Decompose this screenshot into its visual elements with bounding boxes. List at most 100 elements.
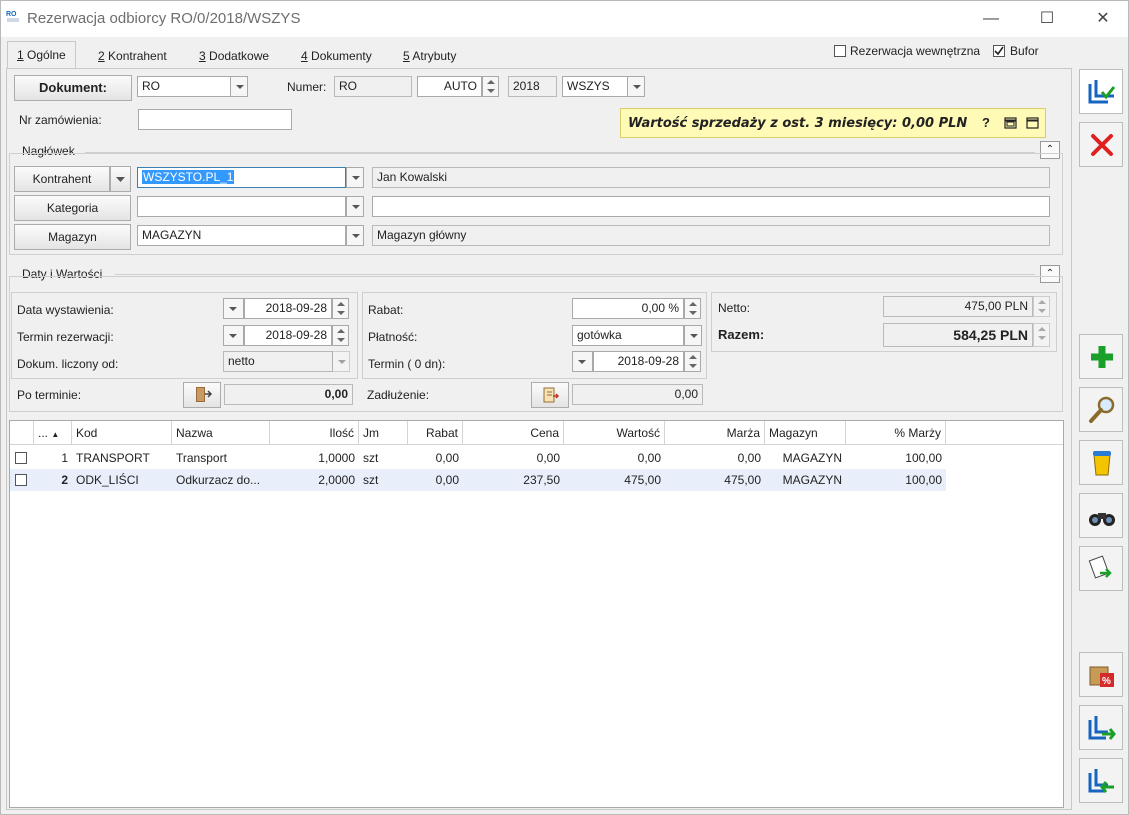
document-button[interactable]: Dokument:: [14, 75, 132, 101]
cancel-button[interactable]: [1079, 122, 1123, 167]
cell-magazyn: MAGAZYN: [782, 451, 842, 465]
kontrahent-code-input[interactable]: WSZYSTO.PL_1: [137, 167, 346, 188]
magazyn-button[interactable]: Magazyn: [14, 224, 131, 250]
reservation-date-spinner[interactable]: [332, 325, 349, 346]
magazyn-dropdown[interactable]: [346, 225, 364, 246]
reservation-date-picker[interactable]: [223, 325, 244, 346]
header-cena[interactable]: Cena: [463, 421, 564, 445]
term-date-picker[interactable]: [572, 351, 593, 372]
payment-dropdown[interactable]: [684, 325, 702, 346]
order-number-input[interactable]: [138, 109, 292, 130]
maximize-icon[interactable]: [1026, 117, 1039, 129]
numer-series-select[interactable]: WSZYS: [562, 76, 628, 97]
sales-info-text: Wartość sprzedaży z ost. 3 miesięcy: 0,0…: [628, 116, 968, 131]
cell-nazwa: Odkurzacz do...: [176, 473, 261, 487]
maximize-button[interactable]: ☐: [1024, 1, 1070, 37]
header-marza[interactable]: Marża: [665, 421, 765, 445]
internal-reservation-checkbox[interactable]: [834, 45, 846, 57]
overdue-button[interactable]: [183, 382, 221, 408]
reservation-date-input[interactable]: 2018-09-28: [244, 325, 332, 346]
cell-lp: 1: [61, 451, 68, 465]
table-row[interactable]: 1 TRANSPORT Transport 1,0000 szt 0,00 0,…: [10, 447, 946, 469]
tab-atrybuty[interactable]: 5 Atrybuty: [394, 43, 465, 69]
tab-kontrahent[interactable]: 2 Kontrahent: [89, 43, 176, 69]
numer-auto-field[interactable]: AUTO: [417, 76, 482, 97]
calc-basis-select: netto: [223, 351, 333, 372]
binoculars-icon: [1089, 513, 1115, 526]
copy-button[interactable]: [1079, 546, 1123, 591]
overdue-value: 0,00: [224, 384, 353, 405]
header-nazwa[interactable]: Nazwa: [172, 421, 270, 445]
find-button[interactable]: [1079, 493, 1123, 538]
header-kod[interactable]: Kod: [72, 421, 172, 445]
header-select[interactable]: [10, 421, 34, 445]
netto-value: 475,00 PLN: [883, 296, 1033, 317]
order-number-label: Nr zamówienia:: [19, 113, 102, 127]
row-checkbox[interactable]: [15, 452, 27, 464]
magnifier-icon: [1089, 396, 1115, 423]
header-magazyn[interactable]: Magazyn: [765, 421, 846, 445]
bufor-checkbox[interactable]: [993, 45, 1005, 57]
header-rabat[interactable]: Rabat: [408, 421, 463, 445]
tab-dokumenty[interactable]: 4 Dokumenty: [292, 43, 381, 69]
kategoria-description-input[interactable]: [372, 196, 1050, 217]
tab-label: Dodatkowe: [205, 49, 270, 63]
tab-key: 2: [98, 49, 105, 63]
netto-label: Netto:: [718, 301, 751, 315]
cancel-icon: [1091, 134, 1113, 156]
rabat-input[interactable]: 0,00 %: [572, 298, 684, 319]
header-lp[interactable]: ... ▲: [34, 421, 72, 445]
cell-wartosc: 475,00: [624, 473, 661, 487]
rabat-spinner[interactable]: [684, 298, 701, 319]
help-icon[interactable]: ?: [982, 115, 990, 130]
close-button[interactable]: ✕: [1080, 1, 1126, 37]
issue-date-picker[interactable]: [223, 298, 244, 319]
cell-kod: TRANSPORT: [76, 451, 150, 465]
minimize-button[interactable]: —: [968, 1, 1014, 37]
restore-icon[interactable]: [1004, 117, 1017, 129]
table-row[interactable]: 2 ODK_LIŚCI Odkurzacz do... 2,0000 szt 0…: [10, 469, 946, 491]
tab-dodatkowe[interactable]: 3 Dodatkowe: [190, 43, 278, 69]
header-ilosc[interactable]: Ilość: [270, 421, 359, 445]
document-type-select[interactable]: RO: [137, 76, 231, 97]
cell-kod: ODK_LIŚCI: [76, 473, 139, 487]
add-item-button[interactable]: [1079, 334, 1123, 379]
magazyn-name: Magazyn główny: [372, 225, 1050, 246]
edit-item-button[interactable]: [1079, 387, 1123, 432]
issue-date-input[interactable]: 2018-09-28: [244, 298, 332, 319]
tab-key: 5: [403, 49, 410, 63]
export-button[interactable]: [1079, 705, 1123, 750]
numer-spinner[interactable]: [482, 76, 499, 97]
discount-button[interactable]: %: [1079, 652, 1123, 697]
kategoria-button[interactable]: Kategoria: [14, 195, 131, 221]
payment-select[interactable]: gotówka: [572, 325, 684, 346]
tab-label: Atrybuty: [409, 49, 457, 63]
term-date-spinner[interactable]: [684, 351, 701, 372]
header-proc-marzy[interactable]: % Marży: [846, 421, 946, 445]
debt-button[interactable]: [531, 382, 569, 408]
row-checkbox[interactable]: [15, 474, 27, 486]
kategoria-dropdown[interactable]: [346, 196, 364, 217]
reservation-date-label: Termin rezerwacji:: [17, 330, 114, 344]
document-type-dropdown[interactable]: [230, 76, 248, 97]
import-button[interactable]: [1079, 758, 1123, 803]
cell-ilosc: 2,0000: [318, 473, 355, 487]
check-icon: [994, 46, 1004, 56]
numer-label: Numer:: [287, 80, 327, 94]
kontrahent-button[interactable]: Kontrahent: [14, 166, 110, 192]
header-wartosc[interactable]: Wartość: [564, 421, 665, 445]
numer-series-dropdown[interactable]: [627, 76, 645, 97]
issue-date-spinner[interactable]: [332, 298, 349, 319]
rabat-label: Rabat:: [368, 303, 404, 317]
app-icon: RO: [5, 7, 22, 24]
tab-label: Dokumenty: [307, 49, 372, 63]
kontrahent-menu-button[interactable]: [110, 166, 131, 192]
term-date-input[interactable]: 2018-09-28: [593, 351, 684, 372]
magazyn-code-input[interactable]: MAGAZYN: [137, 225, 346, 246]
header-jm[interactable]: Jm: [359, 421, 408, 445]
delete-item-button[interactable]: [1079, 440, 1123, 485]
kategoria-code-input[interactable]: [137, 196, 346, 217]
tab-ogolne[interactable]: 1 Ogólne: [7, 41, 76, 69]
kontrahent-code-dropdown[interactable]: [346, 167, 364, 188]
save-button[interactable]: [1079, 69, 1123, 114]
